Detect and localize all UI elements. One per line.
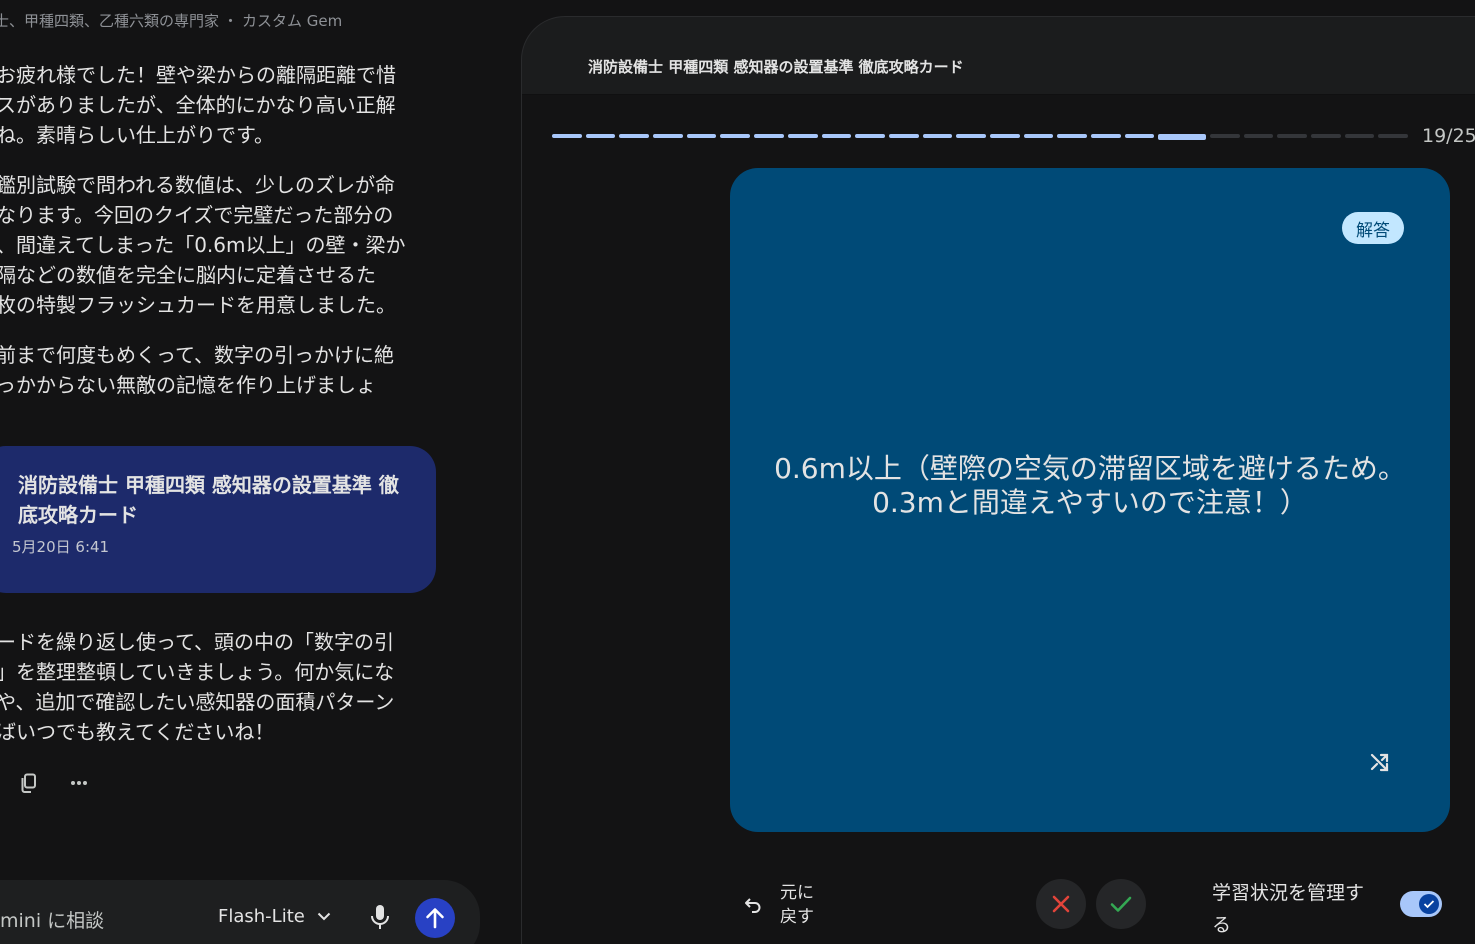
progress-segment <box>1378 134 1408 138</box>
progress-segment <box>1023 134 1054 138</box>
progress-segment <box>552 134 582 138</box>
check-icon <box>1110 896 1132 912</box>
flashcard-chip[interactable]: 消防設備士 甲種四類 感知器の設置基準 徹底攻略カード 5月20日 6:41 <box>0 446 436 593</box>
progress-segment <box>821 134 852 138</box>
progress-segment <box>1091 134 1121 138</box>
toggle-knob <box>1419 894 1439 914</box>
more-icon <box>71 781 87 785</box>
gem-header-separator: ・ <box>223 12 239 30</box>
message-actions <box>16 770 92 796</box>
progress-segment <box>1243 134 1274 138</box>
progress-segment <box>585 134 616 138</box>
flashcard-chip-title: 消防設備士 甲種四類 感知器の設置基準 徹底攻略カード <box>18 473 399 527</box>
model-name: Flash-Lite <box>218 906 305 927</box>
undo-icon <box>745 898 761 913</box>
progress-segment <box>1057 134 1087 138</box>
progress-segment <box>619 134 650 138</box>
flashcard-canvas: 消防設備士 甲種四類 感知器の設置基準 徹底攻略カード 19/25 解答 0.6… <box>521 16 1475 944</box>
canvas-title: 消防設備士 甲種四類 感知器の設置基準 徹底攻略カード <box>588 58 964 76</box>
response-paragraph: 鑑別試験で問われる数値は、少しのズレが命 なります。今回のクイズで完璧だった部分… <box>0 173 406 317</box>
response-paragraph: 前まで何度もめくって、数字の引っかけに絶 っかからない無敵の記憶を作り上げましょ <box>0 343 394 397</box>
progress-segment <box>1344 134 1375 138</box>
model-selector[interactable]: Flash-Lite <box>218 906 331 927</box>
progress-segment <box>888 134 919 138</box>
flashcard[interactable]: 解答 0.6m以上（壁際の空気の滞留区域を避けるため。0.3mと間違えやすいので… <box>730 168 1450 832</box>
undo-label: 元に戻す <box>780 883 814 927</box>
canvas-header: 消防設備士 甲種四類 感知器の設置基準 徹底攻略カード <box>522 17 1475 95</box>
gem-name: 士、甲種四類、乙種六類の専門家 <box>0 12 220 30</box>
mark-correct-button[interactable] <box>1096 879 1146 929</box>
progress-bar <box>552 134 1408 140</box>
progress-segment <box>1310 134 1341 138</box>
mic-icon <box>371 905 389 929</box>
progress-segment <box>787 134 818 138</box>
response-paragraph: ードを繰り返し使って、頭の中の「数字の引 」を整理整頓していきましょう。何か気に… <box>0 630 395 744</box>
tracking-toggle[interactable] <box>1400 891 1442 917</box>
mic-button[interactable] <box>370 904 390 934</box>
chevron-down-icon <box>317 912 331 921</box>
flashcard-chip-date: 5月20日 6:41 <box>12 538 110 556</box>
check-icon <box>1423 900 1435 909</box>
shuffle-button[interactable] <box>1364 746 1396 778</box>
shuffle-icon <box>1370 753 1389 772</box>
send-button[interactable] <box>415 898 455 938</box>
tracking-label: 学習状況を管理する <box>1212 882 1365 936</box>
undo-button[interactable]: 元に戻す <box>744 881 820 929</box>
progress-segment <box>855 134 885 138</box>
flashcard-answer-text: 0.6m以上（壁際の空気の滞留区域を避けるため。0.3mと間違えやすいので注意！… <box>774 452 1406 519</box>
mark-incorrect-button[interactable] <box>1036 879 1086 929</box>
chat-pane: 士、甲種四類、乙種六類の専門家・カスタム Gem お疲れ様でした！壁や梁からの離… <box>0 0 520 944</box>
arrow-up-icon <box>426 908 444 929</box>
response-paragraph: お疲れ様でした！壁や梁からの離隔距離で惜 スがありましたが、全体的にかなり高い正… <box>0 63 396 147</box>
progress-segment-current <box>1158 134 1206 140</box>
copy-icon <box>21 773 36 793</box>
composer: mini に相談 Flash-Lite <box>0 880 480 944</box>
close-icon <box>1052 895 1070 913</box>
progress-count: 19/25 <box>1422 125 1475 147</box>
progress-segment <box>922 134 953 138</box>
progress-segment <box>653 134 683 138</box>
gem-type: カスタム Gem <box>242 12 343 30</box>
canvas-body: 19/25 解答 0.6m以上（壁際の空気の滞留区域を避けるため。0.3mと間違… <box>522 95 1475 944</box>
more-button[interactable] <box>66 770 92 796</box>
gem-header: 士、甲種四類、乙種六類の専門家・カスタム Gem <box>0 10 342 31</box>
answer-badge: 解答 <box>1342 212 1404 244</box>
prompt-input[interactable]: mini に相談 <box>0 906 104 933</box>
progress-segment <box>1209 134 1240 138</box>
progress-segment <box>1277 134 1307 138</box>
progress-segment <box>686 134 717 138</box>
progress-segment <box>956 134 986 138</box>
progress-segment <box>989 134 1020 138</box>
copy-button[interactable] <box>16 770 42 796</box>
progress-segment <box>754 134 784 138</box>
progress-segment <box>720 134 751 138</box>
progress-segment <box>1124 134 1155 138</box>
